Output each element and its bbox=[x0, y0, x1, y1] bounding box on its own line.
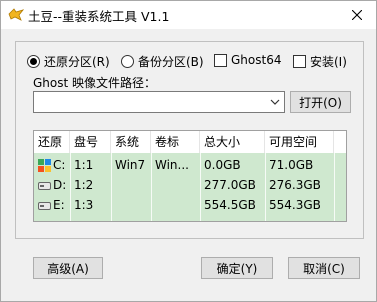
free-space-cell: 276.3GB bbox=[269, 178, 321, 192]
ghost64-option[interactable]: Ghost64 bbox=[214, 53, 281, 67]
restore-option[interactable]: 还原分区(R) bbox=[27, 53, 110, 70]
column-header-total: 总大小 bbox=[200, 131, 265, 153]
open-button[interactable]: 打开(O) bbox=[290, 91, 351, 113]
disk-cell: 1:3 bbox=[74, 198, 94, 212]
disk-cell: 1:2 bbox=[74, 178, 94, 192]
system-cell bbox=[111, 175, 151, 195]
table-row[interactable]: E: 1:3 554.5GB 554.3GB bbox=[34, 195, 346, 215]
column-header-system: 系统 bbox=[111, 131, 151, 153]
image-path-combobox[interactable] bbox=[33, 91, 285, 113]
client-area: 还原分区(R) 备份分区(B) Ghost64 安装(I) Ghost 映像文件… bbox=[1, 29, 376, 301]
main-panel: 还原分区(R) 备份分区(B) Ghost64 安装(I) Ghost 映像文件… bbox=[15, 41, 364, 239]
install-option[interactable]: 安装(I) bbox=[293, 53, 347, 70]
drive-letter: E: bbox=[53, 198, 65, 212]
ghost64-checkbox[interactable] bbox=[214, 53, 227, 67]
ok-button[interactable]: 确定(Y) bbox=[201, 257, 273, 279]
column-header-volume: 卷标 bbox=[151, 131, 200, 153]
title-bar: 土豆--重装系统工具 V1.1 bbox=[1, 1, 376, 29]
free-space-cell: 554.3GB bbox=[269, 198, 321, 212]
volume-cell: Win... bbox=[155, 158, 189, 172]
app-window: 土豆--重装系统工具 V1.1 还原分区(R) 备份分区(B) Ghost64 bbox=[0, 0, 377, 302]
install-checkbox[interactable] bbox=[293, 55, 306, 68]
backup-radio[interactable] bbox=[121, 55, 134, 68]
table-header: 还原 盘号 系统 卷标 总大小 可用空间 bbox=[34, 131, 346, 153]
table-row[interactable]: D: 1:2 277.0GB 276.3GB bbox=[34, 175, 346, 195]
drive-letter: D: bbox=[53, 178, 67, 192]
column-header-restore: 还原 bbox=[34, 131, 70, 153]
restore-radio[interactable] bbox=[27, 55, 40, 68]
disk-cell: 1:1 bbox=[74, 158, 94, 172]
column-header-disk: 盘号 bbox=[70, 131, 111, 153]
drive-letter: C: bbox=[53, 158, 66, 172]
partition-table: 还原 盘号 系统 卷标 总大小 可用空间 C: 1:1 Win7 Win... … bbox=[33, 130, 347, 222]
restore-label: 还原分区(R) bbox=[44, 55, 110, 69]
windows-drive-icon bbox=[38, 159, 51, 172]
volume-cell bbox=[151, 175, 200, 195]
total-size-cell: 554.5GB bbox=[204, 198, 256, 212]
ghost64-label: Ghost64 bbox=[231, 53, 282, 67]
chevron-down-icon[interactable] bbox=[270, 97, 280, 107]
cancel-button[interactable]: 取消(C) bbox=[288, 257, 360, 279]
close-button[interactable] bbox=[339, 1, 375, 29]
system-cell: Win7 bbox=[115, 158, 146, 172]
install-label: 安装(I) bbox=[310, 55, 347, 69]
drive-icon bbox=[38, 181, 51, 190]
backup-label: 备份分区(B) bbox=[138, 55, 204, 69]
free-space-cell: 71.0GB bbox=[269, 158, 314, 172]
column-header-free: 可用空间 bbox=[265, 131, 334, 153]
backup-option[interactable]: 备份分区(B) bbox=[121, 53, 204, 70]
drive-icon bbox=[38, 201, 51, 210]
path-label: Ghost 映像文件路径： bbox=[33, 76, 157, 90]
window-title: 土豆--重装系统工具 V1.1 bbox=[28, 9, 170, 24]
app-logo-icon bbox=[8, 8, 24, 21]
close-icon bbox=[352, 10, 362, 20]
table-row[interactable]: C: 1:1 Win7 Win... 0.0GB 71.0GB bbox=[34, 155, 346, 175]
system-cell bbox=[111, 195, 151, 215]
total-size-cell: 0.0GB bbox=[204, 158, 241, 172]
volume-cell bbox=[151, 195, 200, 215]
advanced-button[interactable]: 高级(A) bbox=[33, 257, 103, 279]
total-size-cell: 277.0GB bbox=[204, 178, 256, 192]
table-body: C: 1:1 Win7 Win... 0.0GB 71.0GB D: 1:2 2… bbox=[34, 153, 346, 221]
